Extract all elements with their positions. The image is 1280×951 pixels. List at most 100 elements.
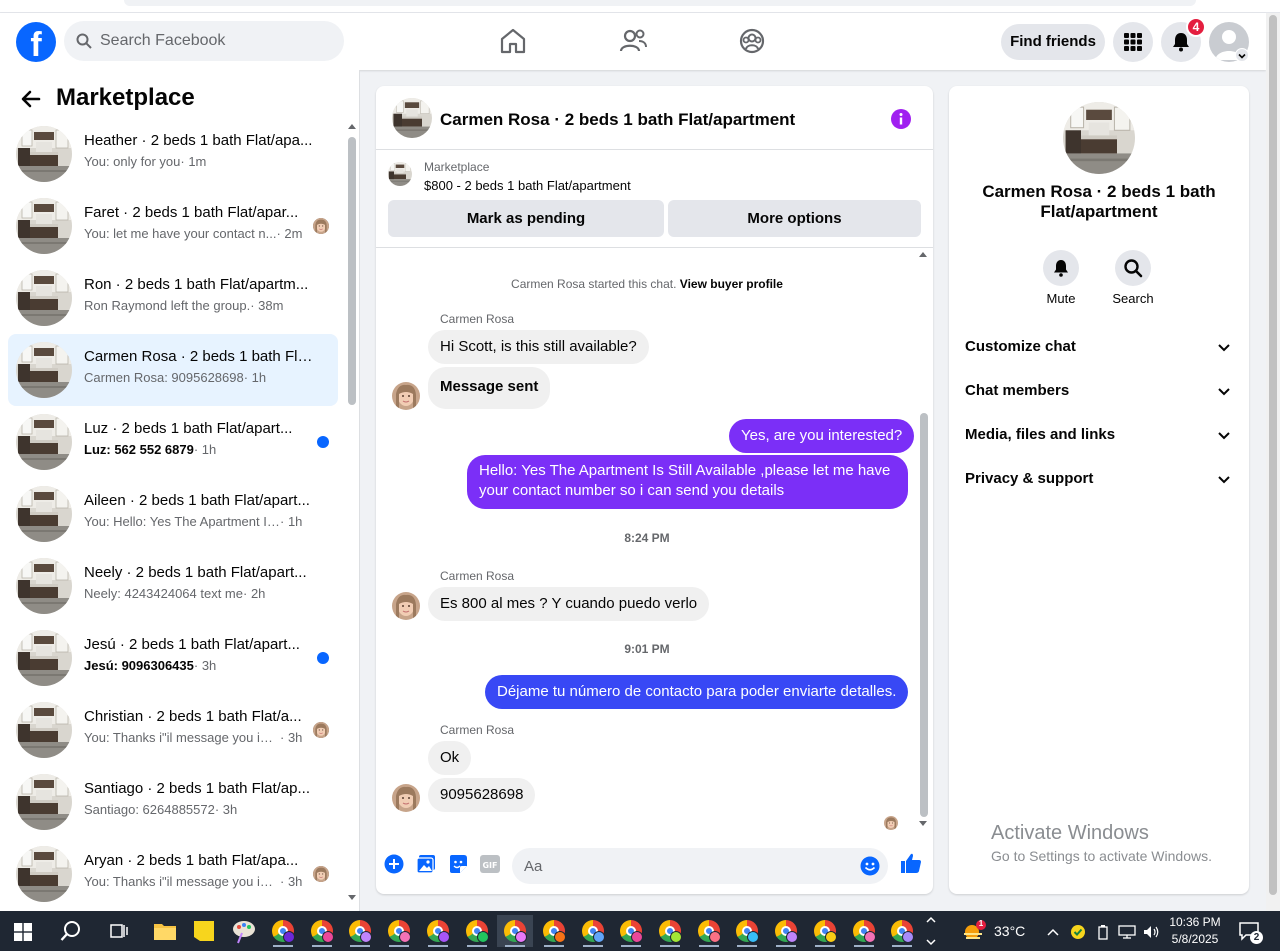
chrome-browser-icon[interactable] bbox=[420, 915, 456, 947]
conversation-item[interactable]: Neely · 2 beds 1 bath Flat/apart... Neely… bbox=[8, 550, 338, 622]
view-buyer-profile-link[interactable]: View buyer profile bbox=[680, 277, 783, 291]
conversation-item[interactable]: Carmen Rosa · 2 beds 1 bath Flat... Carme… bbox=[8, 334, 338, 406]
chevron-down-icon[interactable] bbox=[925, 937, 937, 947]
back-arrow-icon[interactable] bbox=[20, 88, 42, 110]
mute-button[interactable]: Mute bbox=[1031, 250, 1091, 306]
conversation-item[interactable]: Santiago · 2 beds 1 bath Flat/ap... Santi… bbox=[8, 766, 338, 838]
chrome-browser-icon[interactable] bbox=[691, 915, 727, 947]
conversation-item[interactable]: Faret · 2 beds 1 bath Flat/apar... You: l… bbox=[8, 190, 338, 262]
chrome-browser-icon[interactable] bbox=[846, 915, 882, 947]
listing-price-title[interactable]: $800 - 2 beds 1 bath Flat/apartment bbox=[424, 178, 631, 193]
listing-avatar-large[interactable] bbox=[1063, 102, 1135, 174]
sender-avatar[interactable] bbox=[392, 784, 420, 812]
scroll-down-arrow-icon[interactable] bbox=[348, 895, 356, 901]
page-scrollbar[interactable] bbox=[1266, 13, 1280, 911]
chrome-browser-icon[interactable] bbox=[497, 915, 534, 947]
thread-scrollbar[interactable] bbox=[918, 249, 930, 829]
listing-avatar[interactable] bbox=[392, 98, 432, 138]
mark-as-pending-button[interactable]: Mark as pending bbox=[388, 200, 664, 237]
chrome-browser-icon[interactable] bbox=[342, 915, 378, 947]
battery-power-icon[interactable] bbox=[1096, 924, 1110, 940]
info-icon[interactable] bbox=[890, 108, 912, 130]
chrome-browser-icon[interactable] bbox=[884, 915, 920, 947]
taskbar-search-icon[interactable] bbox=[60, 920, 82, 942]
conversation-item[interactable]: Christian · 2 beds 1 bath Flat/a... You: … bbox=[8, 694, 338, 766]
gif-icon[interactable]: GIF bbox=[480, 854, 500, 874]
emoji-icon[interactable] bbox=[860, 856, 880, 876]
sender-avatar[interactable] bbox=[392, 382, 420, 410]
chrome-browser-icon[interactable] bbox=[768, 915, 804, 947]
plus-icon[interactable] bbox=[384, 854, 404, 874]
facebook-logo[interactable]: f bbox=[16, 22, 56, 62]
scroll-up-arrow-icon[interactable] bbox=[919, 251, 927, 257]
chrome-browser-icon[interactable] bbox=[613, 915, 649, 947]
sidebar-scrollbar[interactable] bbox=[347, 123, 357, 903]
incoming-message[interactable]: Ok bbox=[428, 741, 472, 775]
listing-thumbnail[interactable] bbox=[388, 162, 412, 186]
message-input[interactable] bbox=[524, 848, 844, 884]
conversation-item[interactable]: Jesú · 2 beds 1 bath Flat/apart... Jesú: … bbox=[8, 622, 338, 694]
menu-button[interactable] bbox=[1113, 22, 1153, 62]
chevron-up-icon[interactable] bbox=[925, 915, 937, 925]
chrome-browser-icon[interactable] bbox=[459, 915, 495, 947]
account-menu-caret[interactable] bbox=[1235, 48, 1249, 62]
conversation-item[interactable]: Heather · 2 beds 1 bath Flat/apa... You: … bbox=[8, 118, 338, 190]
file-explorer-icon[interactable] bbox=[147, 915, 183, 947]
scroll-up-arrow-icon[interactable] bbox=[348, 123, 356, 129]
chrome-browser-icon[interactable] bbox=[536, 915, 572, 947]
photo-icon[interactable] bbox=[416, 854, 436, 874]
customize-chat-section[interactable]: Customize chat bbox=[965, 332, 1233, 364]
conversation-item[interactable]: Aryan · 2 beds 1 bath Flat/apa... You: Th… bbox=[8, 838, 338, 910]
chrome-browser-icon[interactable] bbox=[807, 915, 843, 947]
search-in-chat-button[interactable]: Search bbox=[1103, 250, 1163, 306]
sender-avatar[interactable] bbox=[392, 592, 420, 620]
chevron-up-icon[interactable] bbox=[1046, 925, 1060, 939]
chrome-browser-icon[interactable] bbox=[304, 915, 340, 947]
chat-members-section[interactable]: Chat members bbox=[965, 376, 1233, 408]
search-input[interactable] bbox=[100, 21, 330, 61]
outgoing-message[interactable]: Déjame tu número de contacto para poder … bbox=[485, 675, 909, 709]
weather-widget[interactable]: 1 33°C bbox=[960, 919, 1032, 942]
incoming-message[interactable]: 9095628698 bbox=[428, 778, 536, 812]
chat-title[interactable]: Carmen Rosa · 2 beds 1 bath Flat/apartme… bbox=[440, 110, 795, 130]
find-friends-button[interactable]: Find friends bbox=[1001, 24, 1105, 60]
page-scrollbar-thumb[interactable] bbox=[1269, 15, 1277, 895]
media-files-links-section[interactable]: Media, files and links bbox=[965, 420, 1233, 452]
chrome-browser-icon[interactable] bbox=[652, 915, 688, 947]
friends-icon[interactable] bbox=[617, 25, 649, 57]
chrome-browser-icon[interactable] bbox=[729, 915, 765, 947]
mute-circle[interactable] bbox=[1043, 250, 1079, 286]
sticky-notes-icon[interactable] bbox=[186, 915, 222, 947]
conversation-item[interactable]: Ron · 2 beds 1 bath Flat/apartm... Ron Ra… bbox=[8, 262, 338, 334]
incoming-message[interactable]: Es 800 al mes ? Y cuando puedo verlo bbox=[428, 587, 710, 621]
volume-icon[interactable] bbox=[1142, 924, 1160, 940]
outgoing-message[interactable]: Hello: Yes The Apartment Is Still Availa… bbox=[467, 455, 908, 509]
chrome-browser-icon[interactable] bbox=[381, 915, 417, 947]
groups-icon[interactable] bbox=[736, 25, 768, 57]
incoming-message[interactable]: Message sent bbox=[428, 367, 551, 409]
message-input-box[interactable] bbox=[512, 848, 888, 884]
taskbar-clock[interactable]: 10:36 PM 5/8/2025 bbox=[1160, 914, 1230, 948]
chrome-browser-icon[interactable] bbox=[575, 915, 611, 947]
norton-icon[interactable] bbox=[1070, 924, 1086, 940]
chrome-browser-icon[interactable] bbox=[265, 915, 301, 947]
sidebar-scrollbar-thumb[interactable] bbox=[348, 137, 356, 405]
scroll-down-arrow-icon[interactable] bbox=[919, 821, 927, 827]
conversation-item[interactable]: Aileen · 2 beds 1 bath Flat/apart... You:… bbox=[8, 478, 338, 550]
task-view-icon[interactable] bbox=[110, 922, 128, 940]
privacy-support-section[interactable]: Privacy & support bbox=[965, 464, 1233, 496]
thumbs-up-icon[interactable] bbox=[900, 852, 922, 874]
conversation-item[interactable]: Luz · 2 beds 1 bath Flat/apart... Luz: 56… bbox=[8, 406, 338, 478]
home-icon[interactable] bbox=[497, 25, 529, 57]
action-center-button[interactable]: 2 bbox=[1238, 921, 1263, 944]
search-box[interactable] bbox=[64, 21, 344, 61]
sticker-icon[interactable] bbox=[448, 854, 468, 874]
browser-address-bar[interactable] bbox=[124, 0, 1196, 6]
taskbar-overflow-scroll[interactable] bbox=[924, 911, 938, 951]
incoming-message[interactable]: Hi Scott, is this still available? bbox=[428, 330, 649, 364]
windows-start-icon[interactable] bbox=[14, 923, 32, 941]
network-icon[interactable] bbox=[1118, 924, 1136, 940]
search-circle[interactable] bbox=[1115, 250, 1151, 286]
more-options-button[interactable]: More options bbox=[668, 200, 921, 237]
thread-scrollbar-thumb[interactable] bbox=[920, 413, 928, 817]
